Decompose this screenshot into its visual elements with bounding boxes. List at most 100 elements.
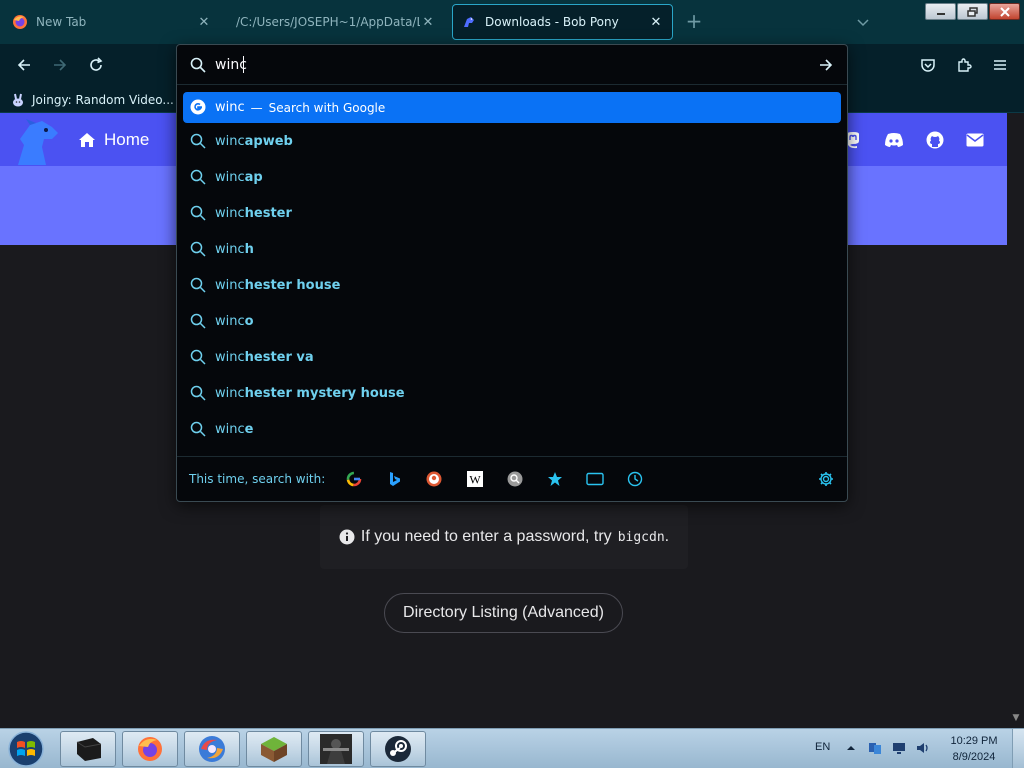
duckduckgo-icon[interactable] — [425, 470, 443, 488]
language-indicator[interactable]: EN — [815, 741, 830, 753]
bing-icon[interactable] — [385, 470, 403, 488]
search-icon — [190, 349, 206, 365]
discord-link[interactable] — [884, 130, 904, 150]
display-tray-icon[interactable] — [892, 741, 906, 755]
search-suggestion-item[interactable]: winc hester mystery house — [183, 375, 841, 411]
search-suggestion-item[interactable]: winc e — [183, 411, 841, 447]
close-window-button[interactable] — [989, 3, 1020, 20]
scroll-down-icon[interactable]: ▼ — [1011, 713, 1021, 723]
search-suggestion-item[interactable]: winc hester house — [183, 267, 841, 303]
taskbar-terminal[interactable] — [60, 731, 116, 767]
terminal-icon — [76, 738, 102, 761]
windows-taskbar: EN 10:29 PM 8/9/2024 — [0, 728, 1024, 768]
app-menu-button[interactable] — [990, 55, 1010, 75]
suggestion-typed-text: winc — [215, 241, 245, 257]
tabs-icon[interactable] — [586, 470, 604, 488]
taskbar-game[interactable] — [308, 731, 364, 767]
clock-date: 8/9/2024 — [952, 751, 996, 763]
firefox-icon — [138, 737, 162, 761]
network-tray-icon[interactable] — [868, 741, 882, 755]
hamburger-menu-icon — [994, 60, 1006, 70]
tab-label: New Tab — [36, 15, 87, 29]
nav-home-label: Home — [104, 130, 150, 149]
search-suggestion-item[interactable]: winc o — [183, 303, 841, 339]
restore-button[interactable] — [957, 3, 988, 20]
search-icon — [190, 277, 206, 293]
list-all-tabs-button[interactable] — [855, 14, 871, 30]
directory-listing-button[interactable]: Directory Listing (Advanced) — [384, 593, 623, 633]
search-suggestion-item[interactable]: winc hester va — [183, 339, 841, 375]
page-scrollbar[interactable]: ▼ — [1007, 113, 1024, 728]
show-hidden-icons-icon[interactable] — [846, 741, 860, 755]
start-button[interactable] — [6, 730, 46, 768]
close-icon — [999, 6, 1010, 17]
minimize-icon — [936, 12, 945, 15]
show-desktop-button[interactable] — [1012, 729, 1024, 768]
close-icon[interactable]: ✕ — [196, 14, 212, 30]
steam-icon — [385, 736, 411, 762]
suggestion-completion-text: o — [244, 313, 254, 329]
history-icon[interactable] — [626, 470, 644, 488]
close-icon[interactable]: ✕ — [420, 14, 436, 30]
urlbar-input-row — [177, 45, 847, 85]
search-suggestion-item[interactable]: winc hester — [183, 195, 841, 231]
email-link[interactable] — [965, 130, 985, 150]
search-icon — [190, 169, 206, 185]
suggestion-completion-text: apweb — [244, 133, 293, 149]
suggestion-typed-text: winc — [215, 133, 245, 149]
clock-time: 10:29 PM — [950, 735, 998, 747]
bob-pony-icon — [461, 14, 477, 30]
tab-local-file[interactable]: /C:/Users/JOSEPH~1/AppData/Lo ✕ — [228, 4, 444, 40]
github-link[interactable] — [925, 130, 945, 150]
taskbar-steam[interactable] — [370, 731, 426, 767]
back-button[interactable] — [14, 55, 34, 75]
extensions-button[interactable] — [954, 55, 974, 75]
wikipedia-icon[interactable]: W — [466, 470, 484, 488]
urlbar-input[interactable] — [215, 54, 805, 76]
suggestion-typed-text: winc — [215, 349, 245, 365]
browser-swirl-icon — [199, 736, 225, 762]
tab-new-tab[interactable]: New Tab ✕ — [4, 4, 220, 40]
search-icon — [190, 313, 206, 329]
search-icon — [190, 57, 206, 73]
bookmarks-icon[interactable] — [546, 470, 564, 488]
result-separator: — — [250, 100, 263, 115]
search-suggestion-item[interactable]: winc h — [183, 231, 841, 267]
result-search-with-google[interactable]: winc — Search with Google — [183, 92, 841, 123]
firefox-icon — [12, 14, 28, 30]
email-icon — [966, 133, 984, 147]
bookmark-joingy[interactable]: Joingy: Random Video... — [10, 90, 174, 110]
forward-button[interactable] — [50, 55, 70, 75]
go-arrow-button[interactable] — [818, 57, 834, 73]
search-suggestion-item[interactable]: winc apweb — [183, 123, 841, 159]
suggestion-completion-text: ap — [244, 169, 263, 185]
search-engine-icon[interactable] — [506, 470, 524, 488]
bob-pony-logo[interactable] — [12, 117, 64, 167]
result-action-text: Search with Google — [268, 100, 386, 115]
minimize-button[interactable] — [925, 3, 956, 20]
taskbar-minecraft[interactable] — [246, 731, 302, 767]
volume-tray-icon[interactable] — [916, 741, 930, 755]
taskbar-firefox[interactable] — [122, 731, 178, 767]
tab-downloads-bob-pony[interactable]: Downloads - Bob Pony ✕ — [452, 4, 673, 40]
reload-button[interactable] — [86, 55, 106, 75]
new-tab-button[interactable]: + — [684, 11, 704, 32]
bookmark-label: Joingy: Random Video... — [32, 93, 174, 107]
close-icon[interactable]: ✕ — [648, 14, 664, 30]
suggestion-completion-text: hester house — [244, 277, 341, 293]
suggestion-completion-text: h — [244, 241, 254, 257]
restore-icon — [966, 6, 978, 17]
nav-home-link[interactable]: Home — [78, 130, 149, 150]
reload-icon — [90, 57, 103, 71]
home-icon — [79, 133, 95, 147]
system-clock[interactable]: 10:29 PM 8/9/2024 — [944, 733, 1004, 765]
pocket-button[interactable] — [918, 55, 938, 75]
password-hint: bigcdn — [617, 529, 665, 545]
search-settings-button[interactable] — [818, 471, 834, 487]
taskbar-browser[interactable] — [184, 731, 240, 767]
arrow-right-icon — [820, 59, 833, 71]
gear-icon — [819, 472, 833, 486]
search-suggestion-item[interactable]: winc ap — [183, 159, 841, 195]
back-arrow-icon — [17, 59, 30, 71]
google-icon[interactable] — [345, 470, 363, 488]
